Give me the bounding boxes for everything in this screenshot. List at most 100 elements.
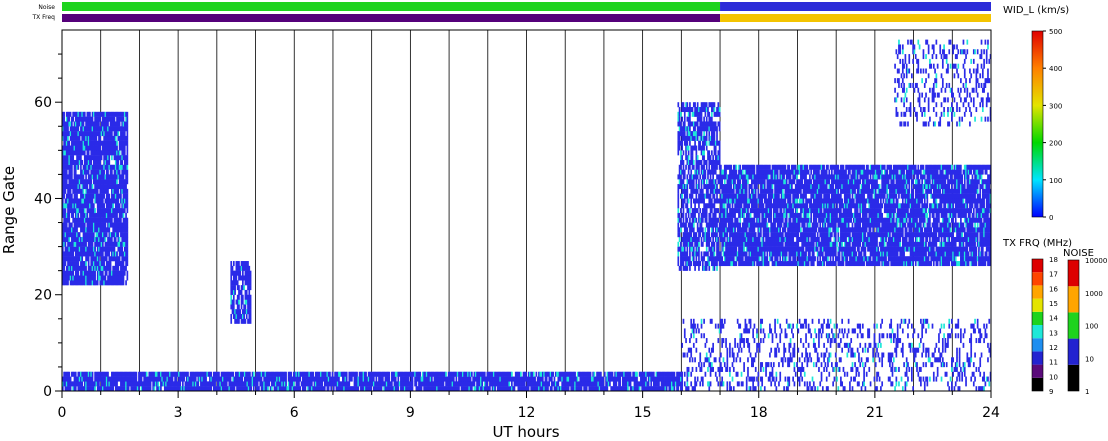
echo-cell [238, 261, 240, 267]
echo-cell [781, 232, 784, 238]
echo-cell [680, 121, 682, 127]
echo-cell [65, 222, 68, 228]
echo-cell [104, 236, 107, 242]
echo-cell [68, 217, 71, 223]
echo-cell [827, 164, 829, 170]
echo-cell [712, 174, 714, 180]
echo-cell [732, 256, 735, 262]
echo-cell [126, 193, 129, 199]
echo-cell [869, 227, 872, 233]
echo-cell [718, 140, 721, 146]
echo-cell [847, 174, 850, 180]
echo-cell [816, 222, 819, 228]
echo-cell [837, 164, 840, 170]
echo-cell [695, 232, 698, 238]
echo-cell [840, 208, 842, 214]
echo-cell [842, 261, 845, 267]
echo-cell [109, 265, 112, 271]
echo-cell [716, 131, 718, 137]
echo-cell [842, 164, 845, 170]
echo-cell [107, 188, 109, 194]
echo-cell [240, 289, 243, 295]
echo-cell [758, 217, 761, 223]
echo-cell [829, 227, 832, 233]
echo-cell [117, 265, 120, 271]
echo-cell [678, 212, 681, 218]
echo-cell [805, 174, 807, 180]
echo-cell [241, 294, 244, 300]
echo-cell [695, 256, 698, 262]
echo-cell [692, 184, 695, 190]
echo-cell [734, 227, 736, 233]
echo-cell [716, 261, 718, 267]
echo-cell [80, 164, 82, 170]
echo-cell [686, 102, 689, 108]
echo-cell [69, 111, 72, 117]
echo-cell [241, 299, 244, 305]
echo-cell [677, 102, 680, 108]
echo-cell [725, 169, 727, 175]
echo-cell [105, 270, 108, 276]
echo-cell [692, 256, 695, 262]
echo-cell [778, 193, 780, 199]
echo-cell [701, 227, 704, 233]
echo-cell [701, 188, 704, 194]
echo-cell [123, 270, 126, 276]
echo-cell [868, 184, 871, 190]
echo-cell [739, 164, 742, 170]
echo-cell [69, 188, 72, 194]
echo-cell [230, 313, 233, 319]
echo-cell [65, 169, 68, 175]
echo-cell [126, 150, 129, 156]
echo-cell [99, 145, 102, 151]
echo-cell [798, 222, 801, 228]
echo-cell [122, 174, 125, 180]
echo-cell [739, 179, 742, 185]
echo-cell [700, 251, 703, 257]
echo-cell [758, 212, 761, 218]
echo-cell [678, 116, 681, 122]
echo-cell [126, 111, 129, 117]
echo-cell [726, 232, 729, 238]
echo-cell [739, 222, 742, 228]
echo-cell [827, 256, 829, 262]
echo-cell [122, 280, 125, 286]
echo-cell [705, 265, 708, 271]
echo-cell [695, 217, 698, 223]
echo-cell [713, 241, 716, 247]
echo-cell [849, 193, 851, 199]
echo-cell [126, 270, 129, 276]
echo-cell [235, 275, 238, 281]
echo-cell [779, 227, 782, 233]
echo-cell [680, 111, 682, 117]
echo-cell [867, 164, 869, 170]
echo-cell [828, 193, 831, 199]
echo-cell [701, 217, 704, 223]
echo-cell [781, 241, 784, 247]
echo-cell [696, 188, 699, 194]
chart: Noise TX Freq 0 3 6 9 12 15 18 21 24 0204060 UT … [0, 2, 1107, 441]
echo-cell [805, 251, 807, 257]
echo-cell [677, 188, 680, 194]
echo-cell [100, 155, 103, 161]
echo-cell [743, 246, 745, 252]
echo-cell [705, 145, 708, 151]
echo-cell [716, 184, 718, 190]
echo-cell [701, 261, 704, 267]
echo-cell [686, 246, 689, 252]
echo-cell [707, 251, 709, 257]
echo-cell [94, 208, 96, 214]
echo-cell [695, 179, 698, 185]
echo-cell [126, 155, 129, 161]
echo-cell [806, 203, 809, 209]
echo-cell [681, 140, 684, 146]
echo-cell [63, 116, 65, 122]
echo-cell [770, 212, 773, 218]
echo-cell [126, 275, 129, 281]
echo-cell [859, 212, 862, 218]
echo-cell [818, 169, 820, 175]
echo-cell [247, 261, 249, 267]
echo-cell [63, 193, 65, 199]
echo-cell [680, 227, 682, 233]
echo-cell [685, 164, 687, 170]
